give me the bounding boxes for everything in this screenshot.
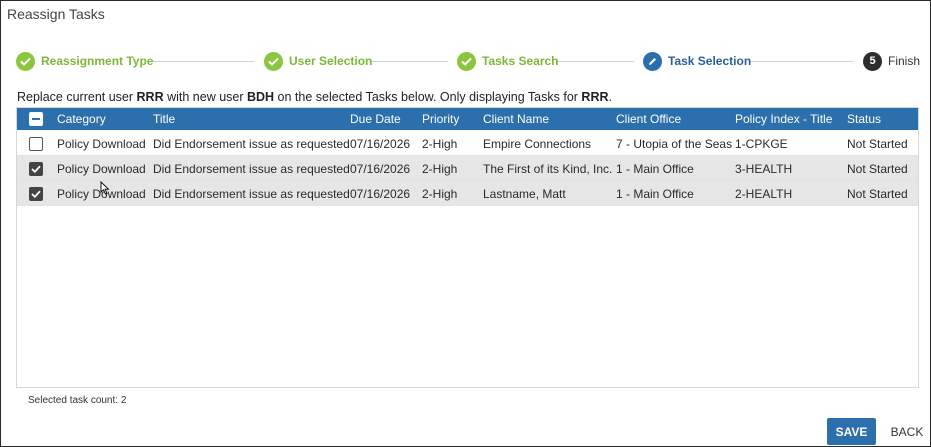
step-reassignment-type[interactable]: Reassignment Type [16,51,153,71]
column-header-client-name[interactable]: Client Name [483,112,549,126]
cell-due-date: 07/16/2026 [350,137,411,151]
cell-due-date: 07/16/2026 [350,187,411,201]
indeterminate-icon [32,118,40,120]
instruction-part: with new user [163,90,247,104]
table-row[interactable]: Policy Download Did Endorsement issue as… [17,181,918,206]
cell-status: Not Started [847,187,908,201]
new-user: BDH [246,90,275,104]
reassign-tasks-dialog: Reassign Tasks Reassignment Type User Se… [0,0,931,447]
row-checkbox[interactable] [29,162,43,176]
cell-priority: 2-High [422,187,458,201]
check-icon [264,51,283,71]
step-label: Tasks Search [482,54,559,68]
dialog-title: Reassign Tasks [7,6,105,22]
wizard-stepper: Reassignment Type User Selection Tasks S… [1,49,931,73]
cell-client-name: Lastname, Matt [483,187,566,201]
table-row[interactable]: Policy Download Did Endorsement issue as… [17,156,918,181]
check-icon [31,165,41,173]
current-user: RRR [136,90,164,104]
cell-category: Policy Download [57,162,146,176]
step-finish: 5 Finish [863,51,920,71]
cell-due-date: 07/16/2026 [350,162,411,176]
select-all-checkbox[interactable] [29,112,43,126]
cell-priority: 2-High [422,162,458,176]
cell-title: Did Endorsement issue as requested [153,187,350,201]
save-button[interactable]: SAVE [827,418,876,445]
cell-client-office: 1 - Main Office [616,187,694,201]
instruction-part: . [608,90,612,104]
column-header-client-office[interactable]: Client Office [616,112,681,126]
cell-priority: 2-High [422,137,458,151]
instruction-part: Replace current user [17,90,137,104]
cell-policy-index: 2-HEALTH [735,187,793,201]
table-header: Category Title Due Date Priority Client … [17,108,918,130]
cell-title: Did Endorsement issue as requested [153,162,350,176]
check-icon [457,51,476,71]
cell-client-office: 1 - Main Office [616,162,694,176]
selected-task-count: Selected task count: 2 [28,395,127,406]
step-connector [371,61,448,62]
instruction-part: on the selected Tasks below. Only displa… [274,90,582,104]
column-header-policy-index[interactable]: Policy Index - Title [735,112,832,126]
step-label: Finish [888,54,921,68]
row-checkbox[interactable] [29,187,43,201]
step-label: Task Selection [668,54,752,68]
step-user-selection[interactable]: User Selection [264,51,372,71]
row-checkbox[interactable] [29,137,43,151]
cell-client-office: 7 - Utopia of the Seas [616,137,733,151]
cell-client-name: Empire Connections [483,137,592,151]
step-label: User Selection [289,54,373,68]
step-connector [749,61,854,62]
step-tasks-search[interactable]: Tasks Search [457,51,559,71]
tasks-table: Category Title Due Date Priority Client … [16,107,919,388]
cell-status: Not Started [847,162,908,176]
back-button[interactable]: BACK [887,418,927,445]
instruction-text: Replace current user RRR with new user B… [17,90,612,104]
table-row[interactable]: Policy Download Did Endorsement issue as… [17,131,918,156]
column-header-due-date[interactable]: Due Date [350,112,401,126]
cell-title: Did Endorsement issue as requested [153,137,350,151]
display-user: RRR [581,90,609,104]
check-icon [31,190,41,198]
cell-category: Policy Download [57,137,146,151]
cell-client-name: The First of its Kind, Inc. [483,162,613,176]
mouse-cursor-icon [100,181,110,195]
check-icon [16,51,35,71]
cell-status: Not Started [847,137,908,151]
step-task-selection[interactable]: Task Selection [643,51,751,71]
column-header-priority[interactable]: Priority [422,112,459,126]
column-header-title[interactable]: Title [153,112,175,126]
cell-policy-index: 3-HEALTH [735,162,793,176]
step-label: Reassignment Type [41,54,154,68]
step-connector [556,61,634,62]
column-header-category[interactable]: Category [57,112,106,126]
cell-policy-index: 1-CPKGE [735,137,788,151]
step-connector [149,61,255,62]
column-header-status[interactable]: Status [847,112,881,126]
step-number: 5 [863,51,882,71]
pencil-icon [643,51,662,71]
